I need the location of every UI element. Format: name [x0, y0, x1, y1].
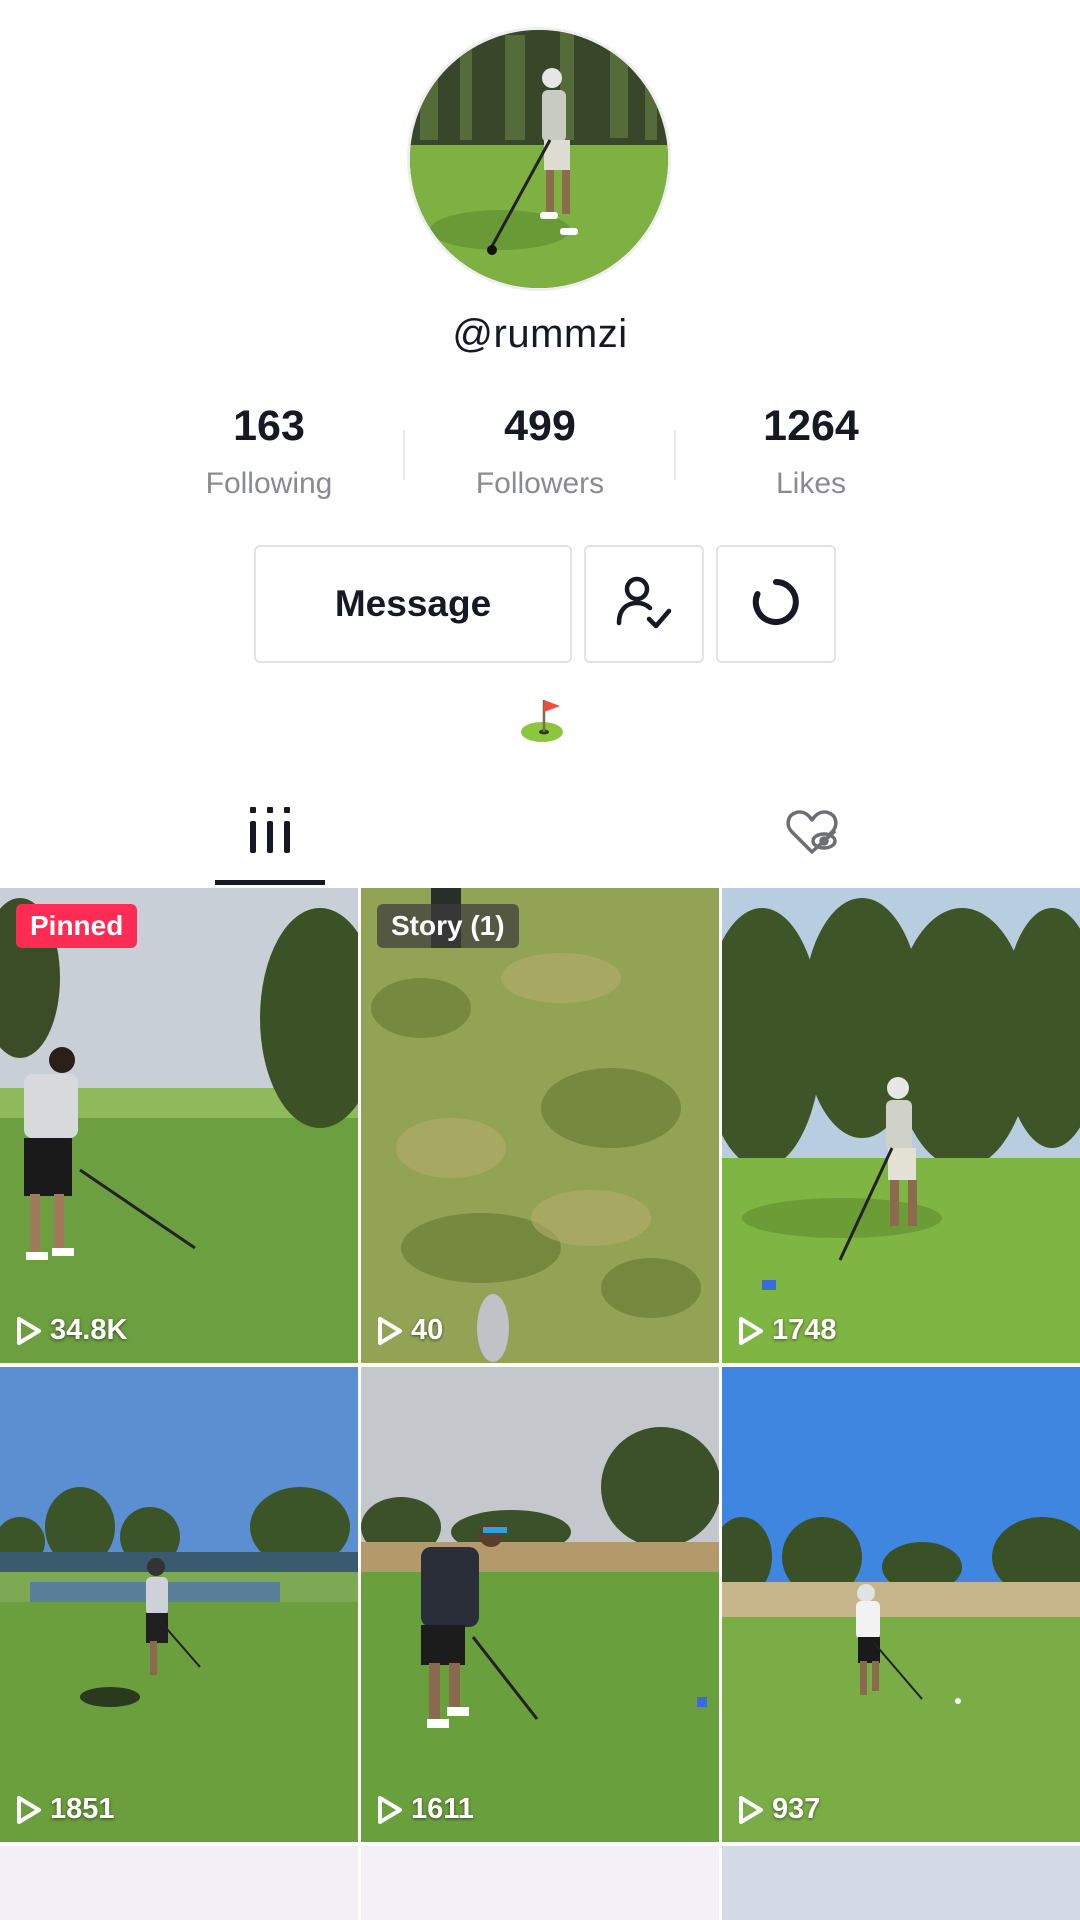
tab-videos[interactable]	[248, 805, 292, 860]
profile-avatar[interactable]	[410, 30, 668, 288]
tab-liked[interactable]	[784, 808, 840, 861]
stat-likes-label: Likes	[775, 467, 847, 500]
stat-followers-label: Followers	[475, 467, 605, 500]
play-icon	[377, 1795, 403, 1825]
play-icon	[16, 1795, 42, 1825]
user-check-icon	[613, 571, 675, 638]
stat-followers-value: 499	[504, 402, 576, 450]
stat-likes[interactable]: 1264 Likes	[676, 402, 946, 501]
liked-hidden-icon	[784, 810, 840, 860]
view-count-value: 34.8K	[50, 1314, 128, 1346]
stat-following-value: 163	[233, 402, 305, 450]
video-tile[interactable]	[0, 1846, 358, 1920]
view-count: 937	[738, 1793, 820, 1826]
grid-icon	[248, 807, 292, 859]
view-count-value: 40	[411, 1314, 444, 1346]
video-tile[interactable]: 1748	[722, 888, 1080, 1363]
view-count: 1748	[738, 1314, 837, 1347]
video-tile[interactable]: 937	[722, 1367, 1080, 1842]
story-badge: Story (1)	[377, 904, 519, 948]
view-count: 1851	[16, 1793, 115, 1826]
video-tile[interactable]: Pinned 34.8K	[0, 888, 358, 1363]
friends-button[interactable]	[584, 545, 704, 663]
flag-in-hole-icon	[520, 698, 564, 744]
video-tile[interactable]: 1851	[0, 1367, 358, 1842]
view-count: 1611	[377, 1793, 474, 1826]
more-options-button[interactable]	[716, 545, 836, 663]
stat-likes-value: 1264	[763, 402, 859, 450]
stat-followers[interactable]: 499 Followers	[405, 402, 675, 501]
refresh-icon	[748, 574, 804, 635]
view-count: 34.8K	[16, 1314, 127, 1347]
play-icon	[16, 1316, 42, 1346]
view-count: 40	[377, 1314, 443, 1347]
stat-following-label: Following	[205, 467, 333, 500]
view-count-value: 1611	[411, 1793, 474, 1825]
video-tile[interactable]	[361, 1846, 719, 1920]
view-count-value: 1748	[772, 1314, 837, 1346]
view-count-value: 1851	[50, 1793, 115, 1825]
pinned-badge: Pinned	[16, 904, 138, 948]
stat-following[interactable]: 163 Following	[134, 402, 404, 501]
play-icon	[738, 1316, 764, 1346]
play-icon	[738, 1795, 764, 1825]
message-button[interactable]: Message	[254, 545, 572, 663]
video-tile[interactable]	[722, 1846, 1080, 1920]
message-button-label: Message	[334, 583, 492, 624]
active-tab-indicator	[215, 880, 325, 885]
video-tile[interactable]: 1611	[361, 1367, 719, 1842]
view-count-value: 937	[772, 1793, 821, 1825]
profile-handle: @rummzi	[452, 312, 628, 356]
play-icon	[377, 1316, 403, 1346]
video-tile[interactable]: Story (1) 40	[361, 888, 719, 1363]
